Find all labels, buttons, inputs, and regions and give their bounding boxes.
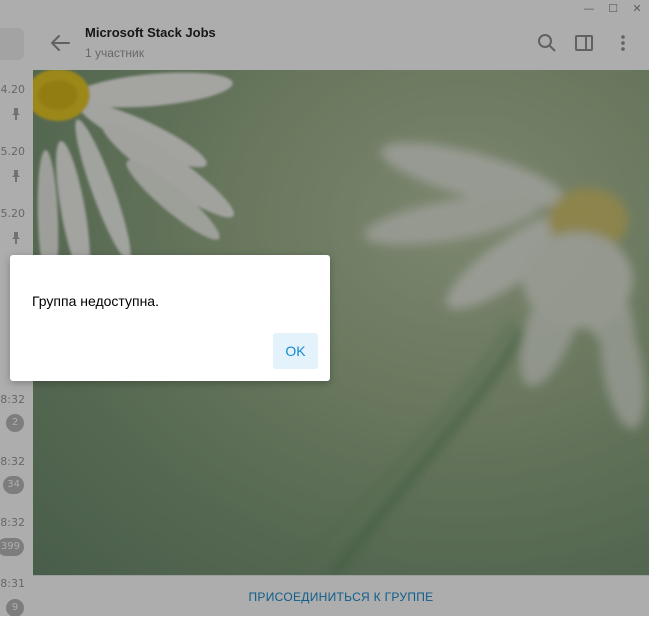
error-dialog: Группа недоступна. OK — [10, 255, 330, 381]
dialog-message: Группа недоступна. — [32, 293, 159, 309]
ok-button[interactable]: OK — [273, 333, 318, 369]
